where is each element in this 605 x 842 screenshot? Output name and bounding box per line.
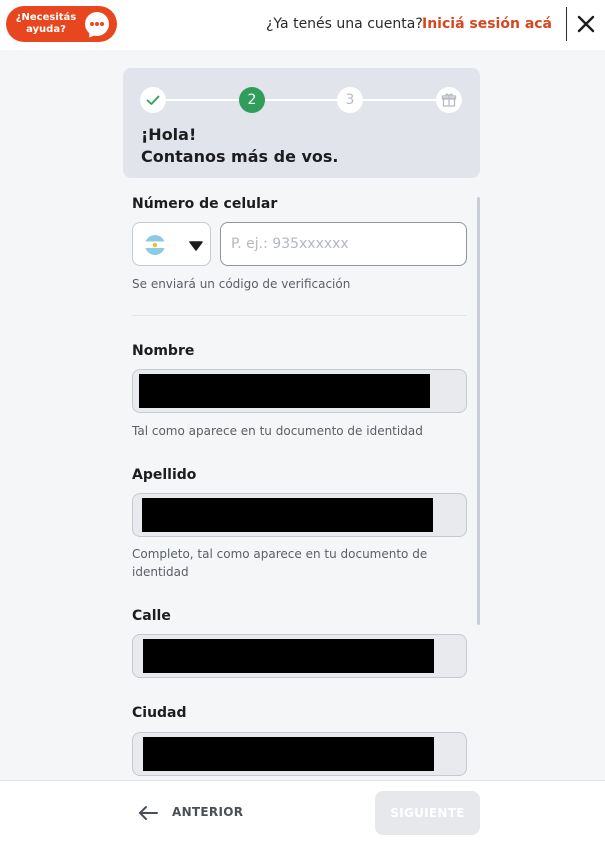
help-button-label: ¿Necesitás ayuda?	[15, 12, 77, 35]
last-name-hint: Completo, tal como aparece en tu documen…	[132, 547, 428, 579]
redacted-value	[142, 498, 433, 532]
step-4-gift	[436, 87, 462, 113]
next-button[interactable]: SIGUIENTE	[375, 791, 480, 835]
close-button[interactable]	[575, 13, 597, 35]
city-label: Ciudad	[132, 705, 187, 721]
stepper-line	[153, 99, 450, 101]
last-name-label: Apellido	[132, 467, 197, 483]
step-3: 3	[337, 87, 363, 113]
phone-label: Número de celular	[132, 196, 278, 212]
last-name-field[interactable]	[132, 493, 467, 537]
step-1-completed	[140, 87, 166, 113]
chat-bubble-icon	[85, 12, 109, 36]
top-header: ¿Necesitás ayuda? ¿Ya tenés una cuenta? …	[0, 0, 605, 50]
help-button[interactable]: ¿Necesitás ayuda?	[6, 6, 117, 42]
redacted-value	[143, 737, 434, 771]
close-icon	[577, 15, 595, 33]
login-link[interactable]: Iniciá sesión acá	[422, 16, 552, 32]
back-button[interactable]: ANTERIOR	[138, 793, 258, 833]
first-name-hint: Tal como aparece en tu documento de iden…	[132, 424, 423, 438]
section-divider	[132, 315, 467, 316]
first-name-field[interactable]	[132, 369, 467, 413]
redacted-value	[139, 374, 430, 408]
greeting-title: ¡Hola!	[141, 125, 197, 144]
step-2-current: 2	[239, 87, 265, 113]
check-icon	[146, 95, 160, 105]
gift-icon	[441, 93, 457, 107]
arrow-left-icon	[139, 806, 158, 820]
country-code-select[interactable]	[132, 222, 211, 266]
city-field[interactable]	[132, 732, 467, 776]
first-name-label: Nombre	[132, 343, 195, 359]
street-field[interactable]	[132, 634, 467, 678]
account-question: ¿Ya tenés una cuenta?	[266, 16, 423, 32]
footer-bar: ANTERIOR SIGUIENTE	[0, 780, 605, 842]
header-divider	[566, 7, 567, 41]
argentina-flag-icon	[145, 235, 165, 255]
stepper-card: 2 3 ¡Hola! Contanos más de vos.	[123, 68, 480, 178]
redacted-value	[143, 639, 434, 673]
street-label: Calle	[132, 608, 171, 624]
form-scrollbar[interactable]	[477, 197, 480, 625]
phone-input[interactable]	[220, 222, 467, 266]
greeting-subtitle: Contanos más de vos.	[141, 147, 339, 166]
phone-hint: Se enviará un código de verificación	[132, 277, 351, 291]
back-button-label: ANTERIOR	[172, 805, 244, 819]
caret-down-icon	[189, 241, 203, 251]
